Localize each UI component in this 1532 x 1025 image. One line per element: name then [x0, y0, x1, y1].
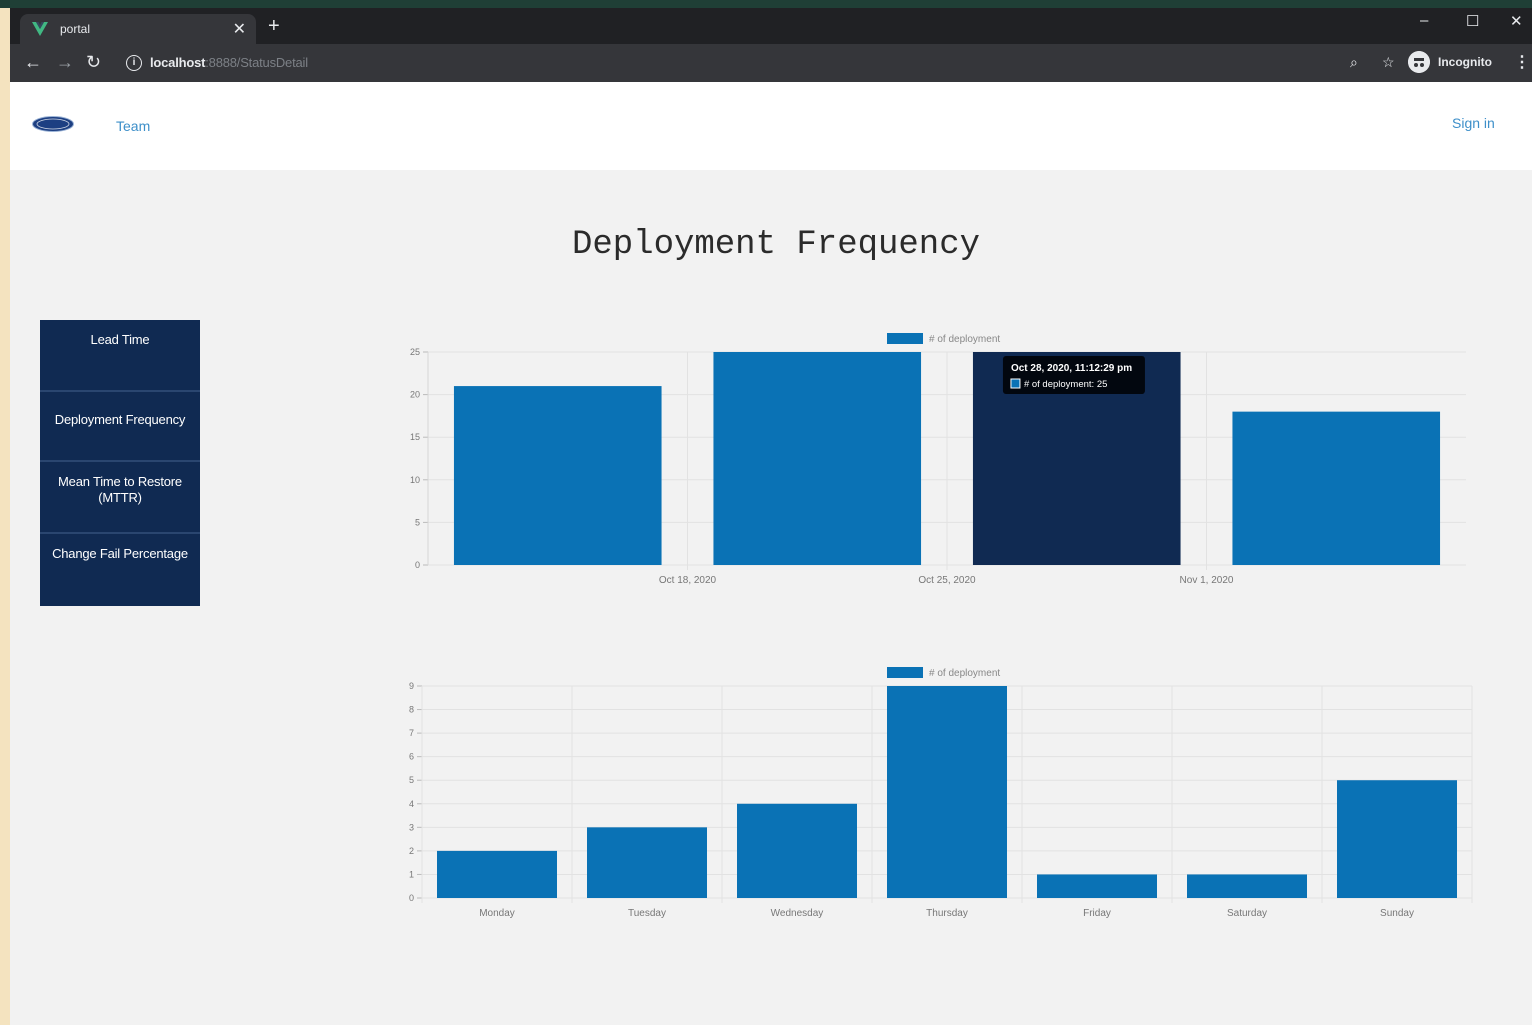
- x-tick-label: Friday: [1083, 908, 1111, 919]
- browser-toolbar: ← → ↻ i localhost:8888/StatusDetail ⌕ ☆ …: [10, 44, 1532, 82]
- address-bar[interactable]: i localhost:8888/StatusDetail ⌕ ☆: [118, 49, 1395, 77]
- tooltip-body: # of deployment: 25: [1024, 379, 1107, 390]
- y-tick-label: 10: [410, 475, 420, 485]
- vue-logo-icon: [32, 22, 48, 36]
- x-tick-label: Monday: [479, 908, 515, 919]
- y-tick-label: 9: [409, 681, 414, 691]
- forward-arrow-icon[interactable]: →: [56, 52, 74, 73]
- y-tick-label: 6: [409, 752, 414, 762]
- incognito-label: Incognito: [1438, 55, 1492, 69]
- url-path: :8888/StatusDetail: [205, 55, 308, 70]
- daily-deployment-chart-svg: # of deployment 0 1 2 3 4 5 6 7 8 9 Monday Tuesday We…: [409, 667, 1473, 919]
- maximize-icon[interactable]: ☐: [1466, 12, 1479, 30]
- daily-deployment-chart: # of deployment 0 1 2 3 4 5 6 7 8 9 Monday Tuesday We…: [394, 660, 1474, 930]
- sidebar-item-lead-time[interactable]: Lead Time: [40, 320, 200, 392]
- bar: [1337, 780, 1457, 898]
- weekly-deployment-chart-svg: # of deployment 0 5 10 15 20 25 Oct 18, 2020 Oct…: [410, 333, 1466, 586]
- zoom-icon[interactable]: ⌕: [1350, 54, 1358, 71]
- y-tick-label: 5: [409, 775, 414, 785]
- x-tick-label: Tuesday: [628, 908, 666, 919]
- tooltip-swatch: [1010, 378, 1021, 389]
- site-info-icon[interactable]: i: [126, 55, 142, 71]
- y-tick-label: 0: [415, 560, 420, 570]
- y-tick-label: 7: [409, 728, 414, 738]
- x-tick-label: Thursday: [926, 908, 968, 919]
- x-tick-label: Saturday: [1227, 908, 1267, 919]
- incognito-icon: [1408, 51, 1430, 73]
- page-content: Team Sign in Deployment Frequency Lead T…: [10, 82, 1532, 1025]
- url-text: localhost:8888/StatusDetail: [150, 55, 308, 70]
- x-tick-label: Sunday: [1380, 908, 1414, 919]
- sign-in-link[interactable]: Sign in: [1452, 115, 1495, 131]
- y-tick-label: 8: [409, 705, 414, 715]
- sidebar-item-deployment-frequency[interactable]: Deployment Frequency: [40, 392, 200, 462]
- tooltip-title: Oct 28, 2020, 11:12:29 pm: [1011, 363, 1132, 374]
- sidebar-item-mttr[interactable]: Mean Time to Restore (MTTR): [40, 462, 200, 534]
- sidebar-menu: Lead Time Deployment Frequency Mean Time…: [40, 320, 200, 606]
- sidebar-item-label: Deployment Frequency: [54, 412, 186, 427]
- y-tick-label: 3: [409, 822, 414, 832]
- y-tick-label: 15: [410, 432, 420, 442]
- legend-label: # of deployment: [929, 668, 1000, 679]
- ford-logo[interactable]: [32, 116, 74, 132]
- x-tick-label: Oct 25, 2020: [918, 575, 976, 586]
- y-tick-label: 2: [409, 846, 414, 856]
- x-tick-label: Nov 1, 2020: [1180, 575, 1234, 586]
- tab-title: portal: [60, 22, 91, 36]
- bar: [1187, 874, 1307, 898]
- bar: [1232, 411, 1441, 565]
- bar: [887, 686, 1007, 898]
- sidebar-item-change-fail-percentage[interactable]: Change Fail Percentage: [40, 534, 200, 606]
- sidebar-item-label: Change Fail Percentage: [52, 546, 188, 561]
- minimize-icon[interactable]: –: [1420, 12, 1428, 29]
- close-tab-icon[interactable]: ✕: [233, 19, 246, 39]
- x-tick-label: Oct 18, 2020: [659, 575, 717, 586]
- browser-tab[interactable]: portal ✕: [20, 14, 256, 44]
- url-host: localhost: [150, 55, 206, 70]
- bookmark-star-icon[interactable]: ☆: [1382, 54, 1395, 71]
- incognito-badge[interactable]: Incognito: [1408, 49, 1500, 75]
- window-close-icon[interactable]: ✕: [1510, 12, 1523, 30]
- tab-bar: portal ✕ + – ☐ ✕: [10, 8, 1532, 44]
- desktop-strip: [0, 0, 1532, 8]
- browser-menu-icon[interactable]: ⋮: [1514, 52, 1530, 72]
- sidebar-item-label: Mean Time to Restore (MTTR): [58, 474, 182, 505]
- legend-swatch: [887, 667, 923, 678]
- y-tick-label: 1: [409, 869, 414, 879]
- browser-window: portal ✕ + – ☐ ✕ ← → ↻ i localhost:8888/…: [10, 8, 1532, 1025]
- bar: [737, 803, 857, 898]
- y-tick-label: 20: [410, 390, 420, 400]
- y-tick-label: 5: [415, 517, 420, 527]
- y-tick-label: 4: [409, 799, 414, 809]
- bar: [587, 827, 707, 898]
- legend-label: # of deployment: [929, 334, 1000, 345]
- app-navbar: Team Sign in: [10, 82, 1532, 170]
- bar: [437, 850, 557, 898]
- y-tick-label: 25: [410, 347, 420, 357]
- reload-icon[interactable]: ↻: [86, 52, 101, 73]
- nav-link-team[interactable]: Team: [116, 118, 150, 134]
- weekly-deployment-chart: # of deployment 0 5 10 15 20 25 Oct 18, 2020 Oct…: [394, 326, 1474, 596]
- bar: [713, 352, 922, 565]
- x-tick-label: Wednesday: [771, 908, 824, 919]
- page-title: Deployment Frequency: [571, 226, 981, 264]
- y-tick-label: 0: [409, 893, 414, 903]
- sidebar-item-label: Lead Time: [90, 332, 150, 347]
- bar: [453, 386, 662, 565]
- legend-swatch: [887, 333, 923, 344]
- back-arrow-icon[interactable]: ←: [24, 52, 42, 73]
- bar: [1037, 874, 1157, 898]
- new-tab-icon[interactable]: +: [268, 15, 280, 38]
